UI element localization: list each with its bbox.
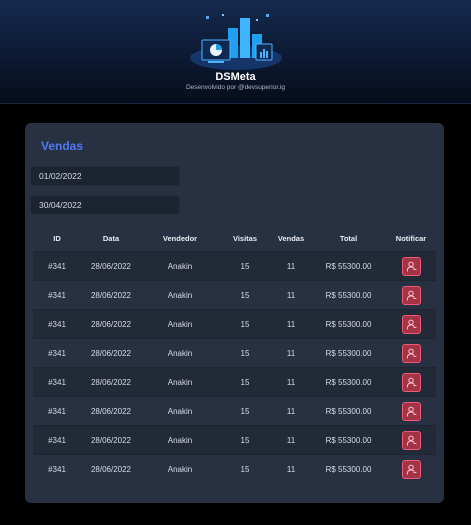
notify-button[interactable] (401, 459, 421, 479)
cell-seller: Anakin (141, 425, 219, 455)
app-subtitle: Desenvolvido por @devsuperior.ig (185, 84, 286, 91)
cell-id: #341 (33, 280, 81, 310)
user-notify-icon (406, 406, 416, 417)
start-date-input[interactable] (30, 166, 180, 186)
cell-deals: 11 (271, 309, 311, 339)
table-row: #341 28/06/2022 Anakin 15 11 R$ 55300.00 (33, 309, 436, 339)
table-row: #341 28/06/2022 Anakin 15 11 R$ 55300.00 (33, 280, 436, 310)
sales-table: ID Data Vendedor Visitas Vendas Total No… (33, 225, 436, 483)
cell-notify (386, 454, 436, 483)
user-notify-icon (406, 290, 416, 301)
cell-date: 28/06/2022 (81, 454, 141, 483)
end-date-input[interactable] (30, 195, 180, 215)
cell-seller: Anakin (141, 280, 219, 310)
sales-table-body: #341 28/06/2022 Anakin 15 11 R$ 55300.00 #341 2… (33, 251, 436, 483)
cell-id: #341 (33, 425, 81, 455)
cell-total: R$ 55300.00 (311, 367, 386, 397)
column-header-notify: Notificar (395, 233, 427, 243)
cell-deals: 11 (271, 367, 311, 397)
cell-total: R$ 55300.00 (311, 454, 386, 483)
table-row: #341 28/06/2022 Anakin 15 11 R$ 55300.00 (33, 454, 436, 483)
cell-date: 28/06/2022 (81, 367, 141, 397)
cell-seller: Anakin (141, 309, 219, 339)
cell-date: 28/06/2022 (81, 425, 141, 455)
cell-notify (386, 251, 436, 281)
column-header-date: Data (102, 233, 120, 243)
app-title: DSMeta (215, 71, 256, 83)
cell-seller: Anakin (141, 454, 219, 483)
table-row: #341 28/06/2022 Anakin 15 11 R$ 55300.00 (33, 338, 436, 368)
cell-visits: 15 (219, 425, 271, 455)
cell-seller: Anakin (141, 367, 219, 397)
cell-date: 28/06/2022 (81, 280, 141, 310)
cell-deals: 11 (271, 280, 311, 310)
cell-notify (386, 280, 436, 310)
cell-date: 28/06/2022 (81, 309, 141, 339)
cell-date: 28/06/2022 (81, 251, 141, 281)
cell-date: 28/06/2022 (81, 396, 141, 426)
cell-deals: 11 (271, 338, 311, 368)
cell-visits: 15 (219, 309, 271, 339)
column-header-seller: Vendedor (162, 233, 198, 243)
cell-notify (386, 338, 436, 368)
cell-deals: 11 (271, 396, 311, 426)
user-notify-icon (406, 319, 416, 330)
table-row: #341 28/06/2022 Anakin 15 11 R$ 55300.00 (33, 367, 436, 397)
user-notify-icon (406, 261, 416, 272)
cell-visits: 15 (219, 280, 271, 310)
column-header-id: ID (53, 233, 61, 243)
cell-visits: 15 (219, 454, 271, 483)
cell-total: R$ 55300.00 (311, 251, 386, 281)
cell-visits: 15 (219, 338, 271, 368)
notify-button[interactable] (401, 372, 421, 392)
column-header-deals: Vendas (277, 233, 305, 243)
cell-notify (386, 367, 436, 397)
cell-visits: 15 (219, 367, 271, 397)
cell-id: #341 (33, 454, 81, 483)
cell-seller: Anakin (141, 251, 219, 281)
table-row: #341 28/06/2022 Anakin 15 11 R$ 55300.00 (33, 425, 436, 455)
cell-notify (386, 309, 436, 339)
user-notify-icon (406, 377, 416, 388)
user-notify-icon (406, 348, 416, 359)
table-header-row: ID Data Vendedor Visitas Vendas Total No… (33, 225, 436, 252)
table-row: #341 28/06/2022 Anakin 15 11 R$ 55300.00 (33, 396, 436, 426)
notify-button[interactable] (401, 430, 421, 450)
cell-seller: Anakin (141, 396, 219, 426)
cell-visits: 15 (219, 251, 271, 281)
notify-button[interactable] (401, 343, 421, 363)
user-notify-icon (406, 435, 416, 446)
cell-id: #341 (33, 396, 81, 426)
cell-deals: 11 (271, 425, 311, 455)
cell-total: R$ 55300.00 (311, 425, 386, 455)
app-header: DSMeta Desenvolvido por @devsuperior.ig (0, 0, 471, 104)
cell-notify (386, 396, 436, 426)
cell-notify (386, 425, 436, 455)
notify-button[interactable] (401, 285, 421, 305)
cell-id: #341 (33, 251, 81, 281)
cell-id: #341 (33, 309, 81, 339)
cell-total: R$ 55300.00 (311, 309, 386, 339)
cell-total: R$ 55300.00 (311, 280, 386, 310)
table-row: #341 28/06/2022 Anakin 15 11 R$ 55300.00 (33, 251, 436, 281)
cell-seller: Anakin (141, 338, 219, 368)
notify-button[interactable] (401, 401, 421, 421)
sales-title: Vendas (41, 139, 84, 153)
column-header-visits: Visitas (232, 233, 258, 243)
cell-id: #341 (33, 367, 81, 397)
cell-deals: 11 (271, 251, 311, 281)
column-header-total: Total (339, 233, 358, 243)
dashboard-illustration-icon (190, 14, 282, 70)
notify-button[interactable] (401, 314, 421, 334)
notify-button[interactable] (401, 256, 421, 276)
user-notify-icon (406, 464, 416, 475)
cell-id: #341 (33, 338, 81, 368)
cell-total: R$ 55300.00 (311, 396, 386, 426)
cell-deals: 11 (271, 454, 311, 483)
cell-visits: 15 (219, 396, 271, 426)
cell-total: R$ 55300.00 (311, 338, 386, 368)
cell-date: 28/06/2022 (81, 338, 141, 368)
sales-card: Vendas ID Data Vendedor Visitas Vendas T… (25, 123, 444, 503)
